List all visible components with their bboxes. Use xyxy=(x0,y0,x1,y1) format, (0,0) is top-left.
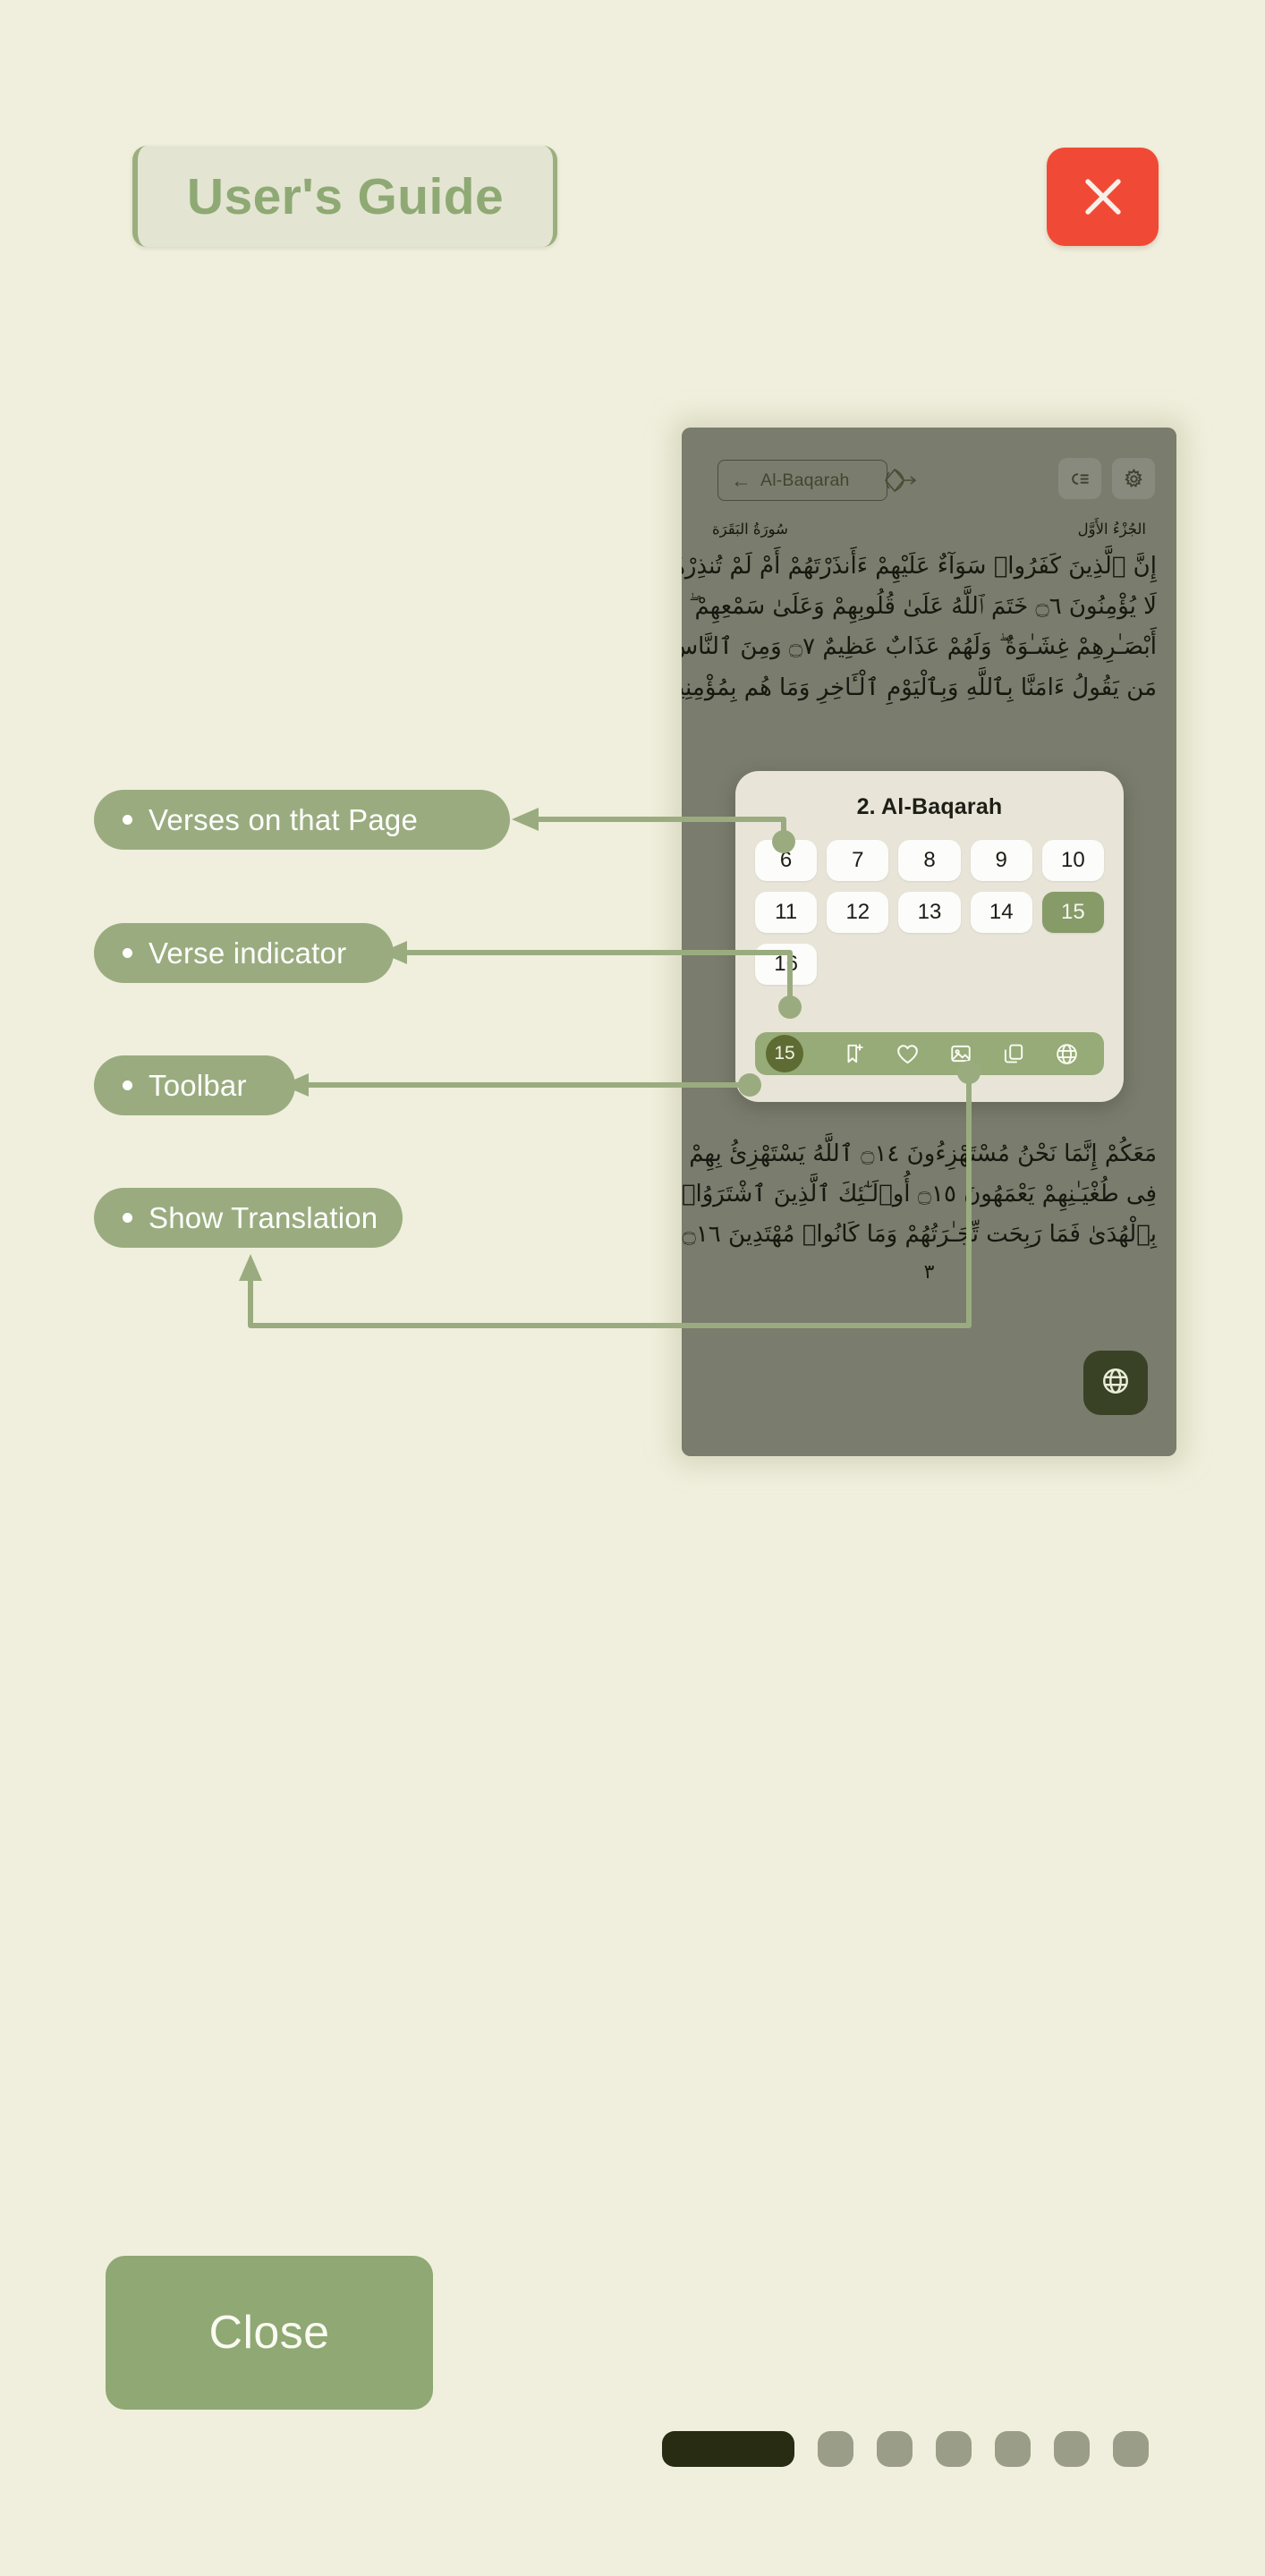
verse-selection-popup: 2. Al-Baqarah 6 7 8 9 10 11 12 13 14 15 … xyxy=(735,771,1124,1102)
surah-navigation-chip[interactable]: ← Al-Baqarah xyxy=(717,460,887,501)
ayah-line: إِنَّ ٱلَّذِينَ كَفَرُوا۟ سَوَآءٌ عَلَيْ… xyxy=(682,553,1158,580)
quran-page-header: الجُزْءُ الأَوَّل سُورَةُ البَقَرَة xyxy=(701,521,1157,547)
copy-icon[interactable] xyxy=(1002,1042,1025,1065)
page-number: ٣ xyxy=(923,1260,935,1284)
image-icon[interactable] xyxy=(949,1042,972,1065)
bookmark-add-icon[interactable] xyxy=(843,1042,866,1065)
callout-verses-on-page[interactable]: Verses on that Page xyxy=(94,790,510,850)
verse-action-toolbar: 15 xyxy=(755,1032,1104,1075)
translation-fab-button[interactable] xyxy=(1083,1351,1148,1415)
toolbar-icon-row xyxy=(803,1042,1093,1066)
quran-page-text: الجُزْءُ الأَوَّل سُورَةُ البَقَرَة إِنَ… xyxy=(682,521,1176,708)
callout-label: Toolbar xyxy=(149,1068,247,1102)
verse-chip[interactable]: 16 xyxy=(755,944,818,985)
ayah-line: مَن يَقُولُ ءَامَنَّا بِٱللَّهِ وَبِٱلْي… xyxy=(682,674,1158,701)
verse-chip[interactable]: 10 xyxy=(1041,840,1104,881)
pagination-dot[interactable] xyxy=(877,2431,913,2467)
verse-chip[interactable]: 7 xyxy=(827,840,889,881)
verse-chip-selected[interactable]: 15 xyxy=(1041,892,1104,933)
pagination-dot[interactable] xyxy=(1113,2431,1149,2467)
callout-verse-indicator[interactable]: Verse indicator xyxy=(94,923,394,983)
verse-indicator-badge[interactable]: 15 xyxy=(766,1035,803,1072)
pagination-dot[interactable] xyxy=(818,2431,853,2467)
globe-icon[interactable] xyxy=(1055,1042,1079,1066)
close-x-button[interactable] xyxy=(1047,148,1159,246)
verse-chip[interactable]: 9 xyxy=(970,840,1032,881)
callout-label: Show Translation xyxy=(149,1200,378,1234)
ayah-line: مَعَكُمْ إِنَّمَا نَحْنُ مُسْتَهْزِءُونَ… xyxy=(682,1140,1158,1167)
globe-icon xyxy=(1100,1366,1131,1401)
ayah-line: بِٱلْهُدَىٰ فَمَا رَبِحَت تِّجَـٰرَتُهُم… xyxy=(682,1221,1158,1249)
page-title: User's Guide xyxy=(186,167,505,225)
users-guide-overlay: User's Guide ← Al-Baqarah الجُزْءُ الأَو… xyxy=(0,0,1265,2576)
verse-chip[interactable]: 11 xyxy=(755,892,818,933)
app-topbar: ← Al-Baqarah xyxy=(682,447,1176,513)
pagination-dot-active[interactable] xyxy=(662,2431,794,2467)
bullet-icon xyxy=(123,1080,132,1090)
verse-number-grid: 6 7 8 9 10 11 12 13 14 15 16 xyxy=(735,820,1124,985)
surah-name-label: Al-Baqarah xyxy=(760,470,850,490)
pagination-dots xyxy=(662,2431,1149,2467)
close-button-label: Close xyxy=(208,2307,330,2359)
callout-toolbar[interactable]: Toolbar xyxy=(94,1055,295,1115)
close-x-icon xyxy=(1077,171,1129,223)
topbar-actions xyxy=(1058,458,1155,499)
index-list-icon[interactable] xyxy=(1058,458,1101,499)
callout-label: Verse indicator xyxy=(149,936,347,970)
callout-show-translation[interactable]: Show Translation xyxy=(94,1188,403,1248)
verse-chip[interactable]: 12 xyxy=(827,892,889,933)
callout-label: Verses on that Page xyxy=(149,802,419,836)
bullet-icon xyxy=(123,1213,132,1223)
verse-chip[interactable]: 13 xyxy=(898,892,961,933)
back-arrow-icon[interactable]: ← xyxy=(731,470,751,491)
quran-page-text-lower: مَعَكُمْ إِنَّمَا نَحْنُ مُسْتَهْزِءُونَ… xyxy=(682,1134,1176,1284)
verse-chip[interactable]: 14 xyxy=(970,892,1032,933)
ayah-line: فِى طُغْيَـٰنِهِمْ يَعْمَهُونَ ۝١٥ أُو۟ل… xyxy=(682,1181,1158,1208)
popup-title: 2. Al-Baqarah xyxy=(856,794,1003,819)
heart-icon[interactable] xyxy=(896,1042,920,1066)
close-button[interactable]: Close xyxy=(106,2256,433,2410)
surah-header-label: سُورَةُ البَقَرَة xyxy=(712,521,788,538)
ayah-line: لَا يُؤْمِنُونَ ۝٦ خَتَمَ ٱللَّهُ عَلَىٰ… xyxy=(682,593,1158,621)
page-title-badge: User's Guide xyxy=(132,146,557,247)
pagination-dot[interactable] xyxy=(1054,2431,1090,2467)
ayah-line: أَبْصَـٰرِهِمْ غِشَـٰوَةٌ ۖ وَلَهُمْ عَذ… xyxy=(682,633,1158,661)
ornament-divider-icon xyxy=(873,460,927,501)
gear-icon[interactable] xyxy=(1112,458,1155,499)
juz-label: الجُزْءُ الأَوَّل xyxy=(1077,521,1146,538)
verse-chip[interactable]: 8 xyxy=(898,840,961,881)
verse-chip[interactable]: 6 xyxy=(755,840,818,881)
pagination-dot[interactable] xyxy=(995,2431,1031,2467)
pagination-dot[interactable] xyxy=(936,2431,972,2467)
bullet-icon xyxy=(123,948,132,958)
bullet-icon xyxy=(123,815,132,825)
